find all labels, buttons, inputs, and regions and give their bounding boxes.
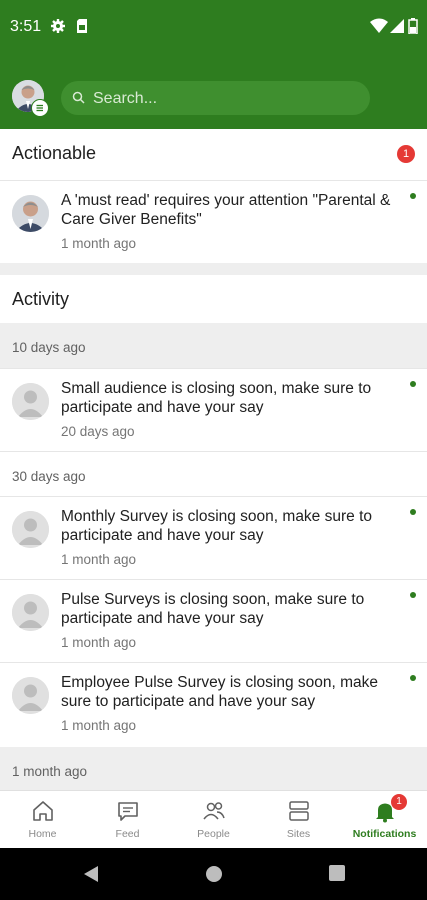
list-item[interactable]: A 'must read' requires your attention "P… (0, 180, 427, 263)
notification-text: Monthly Survey is closing soon, make sur… (61, 508, 372, 544)
generic-avatar-icon (12, 594, 49, 631)
chat-icon (116, 799, 140, 828)
system-nav-bar (0, 848, 427, 900)
nav-home[interactable]: Home (0, 791, 85, 849)
search-icon (72, 91, 85, 109)
sim-card-icon (76, 18, 88, 39)
list-item[interactable]: Employee Pulse Survey is closing soon, m… (0, 662, 427, 747)
nav-people[interactable]: People (171, 791, 256, 849)
notifications-count-badge: 1 (391, 794, 407, 810)
notification-text: Small audience is closing soon, make sur… (61, 380, 372, 416)
section-title-activity: Activity (12, 289, 70, 309)
generic-avatar-icon (12, 511, 49, 548)
notification-text: Employee Pulse Survey is closing soon, m… (61, 674, 379, 710)
status-time: 3:51 (10, 18, 42, 35)
nav-label: Sites (286, 828, 311, 840)
group-label: 10 days ago (12, 340, 86, 355)
nav-notifications[interactable]: 1 Notifications (342, 791, 427, 849)
group-label: 1 month ago (12, 764, 88, 779)
home-icon (31, 799, 55, 828)
generic-avatar-icon (12, 383, 49, 420)
notification-time: 1 month ago (61, 236, 137, 251)
unread-dot (410, 509, 416, 515)
app-header (0, 56, 427, 129)
notification-time: 20 days ago (61, 424, 135, 439)
unread-dot (410, 193, 416, 199)
nav-sites[interactable]: Sites (256, 791, 341, 849)
sender-avatar (12, 195, 49, 232)
list-item[interactable]: Small audience is closing soon, make sur… (0, 368, 427, 451)
group-header: 1 month ago (0, 747, 427, 790)
recents-icon[interactable] (328, 864, 346, 887)
notifications-list[interactable]: Actionable 1 A 'must read' requires your… (0, 129, 427, 790)
notification-time: 1 month ago (61, 635, 137, 650)
nav-label: Home (28, 828, 57, 840)
unread-dot (410, 381, 416, 387)
group-header: 10 days ago (0, 323, 427, 368)
section-title-actionable: Actionable (12, 143, 97, 163)
actionable-header: Actionable 1 (0, 129, 427, 180)
profile-avatar[interactable] (12, 80, 49, 117)
signal-icon (390, 18, 404, 39)
notification-time: 1 month ago (61, 552, 137, 567)
back-icon[interactable] (82, 864, 100, 889)
gear-icon (50, 18, 66, 39)
list-item[interactable]: Pulse Surveys is closing soon, make sure… (0, 579, 427, 663)
search-input[interactable] (91, 81, 355, 117)
sites-icon (287, 799, 311, 828)
nav-label: People (197, 828, 230, 840)
nav-label: Feed (115, 828, 140, 840)
activity-header: Activity (0, 275, 427, 323)
unread-dot (410, 675, 416, 681)
nav-feed[interactable]: Feed (85, 791, 170, 849)
list-item[interactable]: Monthly Survey is closing soon, make sur… (0, 496, 427, 579)
nav-label: Notifications (352, 828, 417, 840)
unread-dot (410, 592, 416, 598)
group-header: 30 days ago (0, 451, 427, 497)
generic-avatar-icon (12, 677, 49, 714)
bottom-nav: Home Feed People Sites 1 Notifications (0, 790, 427, 849)
battery-icon (408, 18, 418, 39)
search-bar[interactable] (61, 81, 370, 117)
people-icon (202, 799, 226, 828)
actionable-count-badge: 1 (397, 145, 415, 163)
wifi-icon (370, 18, 388, 39)
home-button-icon[interactable] (204, 864, 224, 889)
group-label: 30 days ago (12, 469, 86, 484)
notification-text: A 'must read' requires your attention "P… (61, 192, 391, 228)
notification-text: Pulse Surveys is closing soon, make sure… (61, 591, 365, 627)
status-bar: 3:51 (0, 0, 427, 56)
menu-badge-icon (31, 99, 49, 117)
notification-time: 1 month ago (61, 718, 137, 733)
